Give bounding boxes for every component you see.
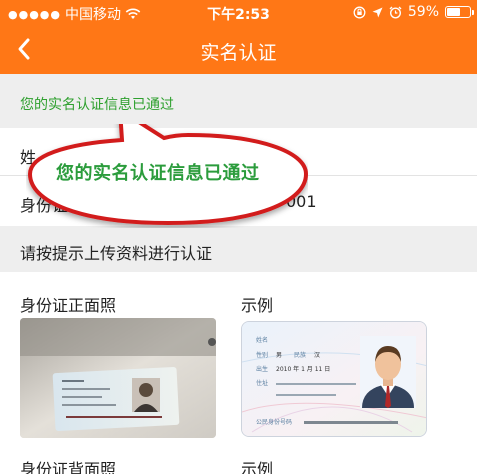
back-photo-label: 身份证背面照 [20, 460, 117, 474]
battery-icon [445, 6, 474, 18]
battery-percent: 59% [407, 4, 439, 20]
status-bar: ●●●●● 中国移动 下午2:53 59% [0, 0, 477, 26]
notice-text: 您的实名认证信息已通过 [20, 97, 174, 113]
front-photo-label: 身份证正面照 [20, 296, 117, 315]
sample-birth-value: 2010 年 1 月 11 日 [276, 365, 330, 373]
front-photo-upload[interactable] [20, 318, 216, 438]
sample-id-number-label: 公民身份号码 [256, 418, 292, 426]
status-right: 59% [353, 4, 474, 20]
front-example-image: 姓名 性别 男 民族 汉 出生 2010 年 1 月 11 日 住址 公民身份号… [241, 321, 427, 437]
sample-portrait [360, 336, 416, 408]
success-callout: 您的实名认证信息已通过 [26, 106, 309, 228]
sample-sex-label: 性别 [256, 351, 268, 359]
nav-bar: 实名认证 [0, 26, 477, 74]
front-example-label: 示例 [241, 296, 274, 315]
verification-notice: 您的实名认证信息已通过 [0, 74, 477, 128]
id-card-sample: 姓名 性别 男 民族 汉 出生 2010 年 1 月 11 日 住址 公民身份号… [242, 322, 426, 436]
section-title: 请按提示上传资料进行认证 [20, 244, 213, 263]
upload-section-header: 请按提示上传资料进行认证 [0, 226, 477, 272]
sample-ethnic-value: 汉 [314, 351, 320, 359]
page-title: 实名认证 [200, 42, 277, 64]
uploaded-id-photo [20, 318, 216, 438]
callout-text: 您的实名认证信息已通过 [56, 163, 260, 184]
back-example-label: 示例 [241, 460, 274, 474]
alarm-icon [389, 6, 402, 19]
sample-birth-label: 出生 [256, 365, 268, 373]
sample-ethnic-label: 民族 [294, 351, 306, 359]
battery-fill [447, 8, 460, 16]
sample-address-label: 住址 [256, 379, 268, 387]
sample-sex-value: 男 [276, 352, 282, 359]
sample-name-label: 姓名 [256, 336, 268, 344]
rotation-lock-icon [353, 6, 366, 18]
location-arrow-icon [372, 7, 383, 17]
